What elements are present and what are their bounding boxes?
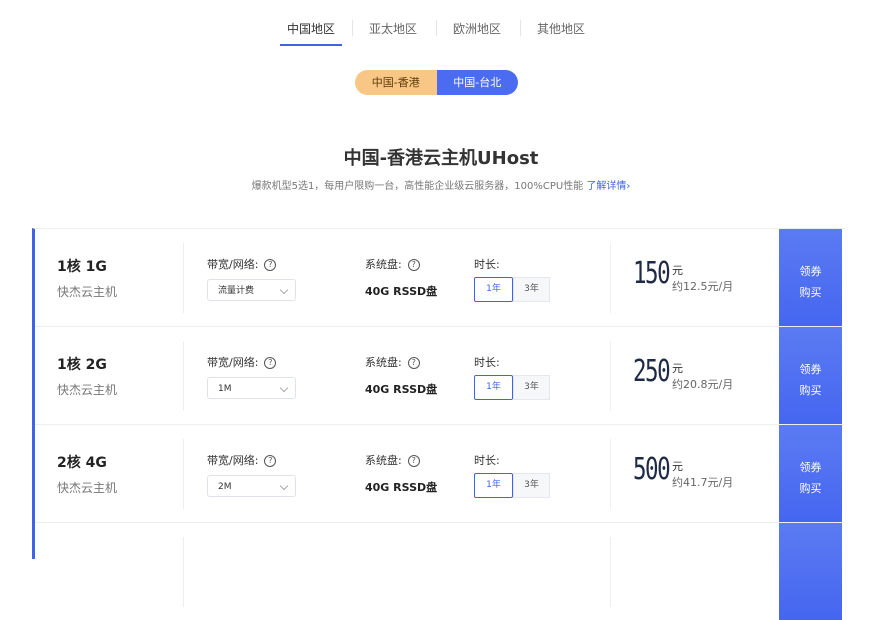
duration-1-year-button[interactable]: 1年	[474, 277, 513, 302]
chevron-down-icon	[279, 285, 289, 295]
region-tabs: 中国地区 亚太地区 欧洲地区 其他地区	[0, 0, 882, 46]
duration-label: 时长:	[474, 258, 500, 271]
help-icon[interactable]: ?	[264, 259, 277, 271]
disk-value: 40G RSSD盘	[365, 285, 438, 298]
duration-label: 时长:	[474, 454, 500, 467]
bandwidth-select[interactable]: 1M	[207, 377, 296, 399]
product-family: 快杰云主机	[57, 383, 118, 397]
chevron-right-icon: ›	[626, 181, 631, 192]
buy-button-line2: 购买	[799, 286, 822, 299]
chevron-down-icon	[279, 383, 289, 393]
tab-china[interactable]: 中国地区	[280, 20, 342, 37]
tab-divider	[352, 20, 353, 36]
duration-3-year-button[interactable]: 3年	[513, 277, 550, 302]
help-icon[interactable]: ?	[264, 357, 277, 369]
coupon-buy-button[interactable]: 领券 购买	[779, 229, 842, 326]
bandwidth-label: 带宽/网络:?	[207, 256, 277, 272]
product-row	[35, 523, 842, 620]
product-family: 快杰云主机	[57, 481, 118, 495]
monthly-price: 约12.5元/月	[672, 280, 734, 293]
tab-asia-pacific[interactable]: 亚太地区	[362, 20, 424, 37]
bandwidth-select[interactable]: 2M	[207, 475, 296, 497]
learn-more-link[interactable]: 了解详情›	[586, 181, 630, 192]
disk-label: 系统盘:?	[365, 452, 420, 468]
subtitle-text: 爆款机型5选1，每用户限购一台，高性能企业级云服务器，100%CPU性能	[251, 181, 584, 192]
help-icon[interactable]: ?	[407, 455, 420, 467]
price-value: 250	[633, 354, 671, 389]
bandwidth-label: 带宽/网络:?	[207, 354, 277, 370]
cell-divider	[183, 537, 184, 607]
cell-divider	[610, 243, 611, 313]
product-spec: 1核 1G	[57, 259, 107, 275]
disk-label-text: 系统盘:	[365, 454, 402, 467]
product-row: 2核 4G 快杰云主机 带宽/网络:? 2M 系统盘:? 40G RSSD盘 时…	[35, 425, 842, 523]
monthly-price: 约41.7元/月	[672, 476, 734, 489]
monthly-price: 约20.8元/月	[672, 378, 734, 391]
disk-value: 40G RSSD盘	[365, 481, 438, 494]
help-icon[interactable]: ?	[407, 259, 420, 271]
disk-label: 系统盘:?	[365, 354, 420, 370]
bandwidth-value: 流量计费	[218, 286, 255, 296]
disk-value: 40G RSSD盘	[365, 383, 438, 396]
buy-button-line1: 领券	[799, 461, 822, 474]
chevron-down-icon	[279, 481, 289, 491]
bandwidth-label-text: 带宽/网络:	[207, 258, 259, 271]
tab-other[interactable]: 其他地区	[530, 20, 592, 37]
duration-label: 时长:	[474, 356, 500, 369]
cell-divider	[183, 439, 184, 509]
tab-divider	[520, 20, 521, 36]
bandwidth-label-text: 带宽/网络:	[207, 454, 259, 467]
coupon-buy-button[interactable]: 领券 购买	[779, 327, 842, 424]
disk-label: 系统盘:?	[365, 256, 420, 272]
disk-label-text: 系统盘:	[365, 258, 402, 271]
duration-1-year-button[interactable]: 1年	[474, 473, 513, 498]
page-title: 中国-香港云主机UHost	[343, 148, 539, 169]
sub-region-toggle: 中国-香港 中国-台北	[355, 70, 518, 95]
help-icon[interactable]: ?	[264, 455, 277, 467]
duration-3-year-button[interactable]: 3年	[513, 473, 550, 498]
bandwidth-label: 带宽/网络:?	[207, 452, 277, 468]
price-currency: 元	[672, 362, 683, 375]
product-list: 1核 1G 快杰云主机 带宽/网络:? 流量计费 系统盘:? 40G RSSD盘…	[32, 228, 845, 620]
price-value: 500	[633, 452, 671, 487]
cell-divider	[610, 439, 611, 509]
buy-button-line2: 购买	[799, 384, 822, 397]
price-value: 150	[633, 256, 671, 291]
product-family: 快杰云主机	[57, 285, 118, 299]
price-currency: 元	[672, 264, 683, 277]
sub-region-hongkong-button[interactable]: 中国-香港	[355, 70, 437, 95]
product-row: 1核 1G 快杰云主机 带宽/网络:? 流量计费 系统盘:? 40G RSSD盘…	[35, 229, 842, 327]
bandwidth-value: 2M	[218, 482, 232, 492]
tab-divider	[436, 20, 437, 36]
product-spec: 2核 4G	[57, 455, 107, 471]
buy-button-line1: 领券	[799, 265, 822, 278]
product-spec: 1核 2G	[57, 357, 107, 373]
bandwidth-select[interactable]: 流量计费	[207, 279, 296, 301]
learn-more-label: 了解详情	[586, 181, 627, 192]
disk-label-text: 系统盘:	[365, 356, 402, 369]
sub-region-taipei-button[interactable]: 中国-台北	[436, 70, 518, 95]
page-subtitle: 爆款机型5选1，每用户限购一台，高性能企业级云服务器，100%CPU性能 了解详…	[0, 177, 882, 192]
buy-button-line2: 购买	[799, 482, 822, 495]
help-icon[interactable]: ?	[407, 357, 420, 369]
price-currency: 元	[672, 460, 683, 473]
bandwidth-label-text: 带宽/网络:	[207, 356, 259, 369]
buy-button-line1: 领券	[799, 363, 822, 376]
active-tab-underline	[280, 44, 342, 46]
cell-divider	[610, 537, 611, 607]
cell-divider	[183, 243, 184, 313]
tab-europe[interactable]: 欧洲地区	[446, 20, 508, 37]
duration-1-year-button[interactable]: 1年	[474, 375, 513, 400]
coupon-buy-button[interactable]	[779, 523, 842, 620]
bandwidth-value: 1M	[218, 384, 232, 394]
cell-divider	[183, 341, 184, 411]
duration-3-year-button[interactable]: 3年	[513, 375, 550, 400]
coupon-buy-button[interactable]: 领券 购买	[779, 425, 842, 522]
product-row: 1核 2G 快杰云主机 带宽/网络:? 1M 系统盘:? 40G RSSD盘 时…	[35, 327, 842, 425]
cell-divider	[610, 341, 611, 411]
